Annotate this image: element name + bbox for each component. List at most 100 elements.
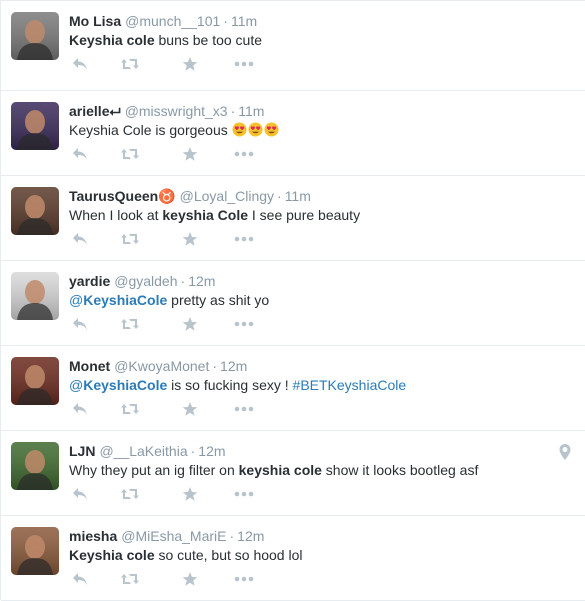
favorite-button[interactable] [179, 230, 201, 248]
user-handle[interactable]: @MiEsha_MariE [121, 528, 226, 544]
favorite-star-icon [182, 231, 198, 247]
favorite-button[interactable] [179, 485, 201, 503]
reply-icon [72, 232, 88, 246]
reply-icon [72, 317, 88, 331]
reply-icon [72, 147, 88, 161]
retweet-icon [120, 487, 140, 501]
keyword-highlight: Keyshia cole [69, 547, 155, 563]
user-fullname[interactable]: Monet [69, 358, 110, 374]
reply-button[interactable] [69, 485, 91, 503]
meta-separator: · [190, 443, 196, 459]
tweet-timestamp[interactable]: 11m [238, 103, 264, 119]
text-segment: is so fucking sexy ! [167, 377, 293, 393]
favorite-star-icon [182, 486, 198, 502]
retweet-icon [120, 57, 140, 71]
retweet-button[interactable] [119, 400, 141, 418]
text-segment: buns be too cute [154, 32, 263, 48]
avatar[interactable] [11, 12, 59, 60]
tweet-item[interactable]: LJN @__LaKeithia · 12m Why they put an ig fi… [1, 431, 585, 516]
user-handle[interactable]: @__LaKeithia [99, 443, 187, 459]
tweet-item[interactable]: Mo Lisa @munch__101 · 11m Keyshia cole buns … [1, 0, 585, 91]
retweet-button[interactable] [119, 570, 141, 588]
mention-link[interactable]: @ [69, 377, 83, 393]
mention-keyword[interactable]: KeyshiaCole [83, 292, 167, 308]
tweet-timestamp[interactable]: 11m [285, 188, 311, 204]
reply-button[interactable] [69, 145, 91, 163]
tweet-item[interactable]: arielle⮠ @misswright_x3 · 11m Keyshia Cole i… [1, 91, 585, 176]
mention-link[interactable]: KeyshiaCole [83, 292, 167, 308]
meta-separator: · [229, 528, 235, 544]
reply-button[interactable] [69, 55, 91, 73]
favorite-button[interactable] [179, 570, 201, 588]
favorite-star-icon [182, 571, 198, 587]
favorite-button[interactable] [179, 55, 201, 73]
keyword-highlight: Keyshia cole [69, 32, 155, 48]
user-handle[interactable]: @munch__101 [125, 13, 220, 29]
retweet-button[interactable] [119, 55, 141, 73]
mention-keyword[interactable]: KeyshiaCole [83, 377, 167, 393]
retweet-button[interactable] [119, 485, 141, 503]
user-handle[interactable]: @KwoyaMonet [114, 358, 209, 374]
reply-button[interactable] [69, 400, 91, 418]
user-fullname[interactable]: arielle⮠ [69, 103, 121, 119]
more-button[interactable] [233, 230, 255, 248]
user-fullname[interactable]: Mo Lisa [69, 13, 121, 29]
tweet-header: Monet @KwoyaMonet · 12m [69, 357, 247, 375]
favorite-button[interactable] [179, 315, 201, 333]
favorite-button[interactable] [179, 145, 201, 163]
more-dots-icon [234, 151, 254, 157]
meta-separator: · [212, 358, 218, 374]
mention-link[interactable]: KeyshiaCole [83, 377, 167, 393]
tweet-timestamp[interactable]: 11m [231, 13, 257, 29]
tweet-actions [69, 145, 269, 163]
user-handle[interactable]: @misswright_x3 [125, 103, 228, 119]
location-pin-icon[interactable] [559, 444, 571, 465]
more-button[interactable] [233, 55, 255, 73]
avatar[interactable] [11, 442, 59, 490]
user-fullname[interactable]: yardie [69, 273, 110, 289]
tweet-timestamp[interactable]: 12m [237, 528, 264, 544]
tweet-text: Keyshia cole so cute, but so hood lol [69, 546, 302, 564]
mention-link[interactable]: @ [69, 292, 83, 308]
tweet-timestamp[interactable]: 12m [220, 358, 247, 374]
favorite-button[interactable] [179, 400, 201, 418]
more-button[interactable] [233, 145, 255, 163]
text-segment: Keyshia Cole is gorgeous [69, 122, 232, 138]
keyword-highlight: keyshia Cole [162, 207, 248, 223]
more-button[interactable] [233, 485, 255, 503]
meta-separator: · [223, 13, 228, 29]
more-button[interactable] [233, 400, 255, 418]
meta-separator: · [180, 273, 186, 289]
reply-button[interactable] [69, 570, 91, 588]
avatar[interactable] [11, 357, 59, 405]
more-button[interactable] [233, 570, 255, 588]
reply-button[interactable] [69, 315, 91, 333]
avatar[interactable] [11, 102, 59, 150]
tweet-timestamp[interactable]: 12m [188, 273, 215, 289]
reply-icon [72, 572, 88, 586]
tweet-header: LJN @__LaKeithia · 12m [69, 442, 226, 460]
user-fullname[interactable]: LJN [69, 443, 95, 459]
tweet-item[interactable]: TaurusQueen♉ @Loyal_Clingy · 11m When I look… [1, 176, 585, 261]
tweet-item[interactable]: Monet @KwoyaMonet · 12m @KeyshiaCole is so f… [1, 346, 585, 431]
retweet-button[interactable] [119, 145, 141, 163]
user-fullname[interactable]: TaurusQueen♉ [69, 188, 176, 204]
text-segment: pretty as shit yo [167, 292, 270, 308]
more-button[interactable] [233, 315, 255, 333]
tweet-timestamp[interactable]: 12m [198, 443, 225, 459]
avatar[interactable] [11, 187, 59, 235]
favorite-star-icon [182, 401, 198, 417]
user-handle[interactable]: @gyaldeh [114, 273, 177, 289]
retweet-button[interactable] [119, 315, 141, 333]
avatar[interactable] [11, 527, 59, 575]
tweet-header: miesha @MiEsha_MariE · 12m [69, 527, 264, 545]
tweet-item[interactable]: miesha @MiEsha_MariE · 12m Keyshia cole so c… [1, 516, 585, 601]
retweet-icon [120, 232, 140, 246]
reply-button[interactable] [69, 230, 91, 248]
hashtag-link[interactable]: #BETKeyshiaCole [293, 377, 407, 393]
avatar[interactable] [11, 272, 59, 320]
retweet-button[interactable] [119, 230, 141, 248]
tweet-item[interactable]: yardie @gyaldeh · 12m @KeyshiaCole pretty as… [1, 261, 585, 346]
user-fullname[interactable]: miesha [69, 528, 117, 544]
user-handle[interactable]: @Loyal_Clingy [180, 188, 274, 204]
